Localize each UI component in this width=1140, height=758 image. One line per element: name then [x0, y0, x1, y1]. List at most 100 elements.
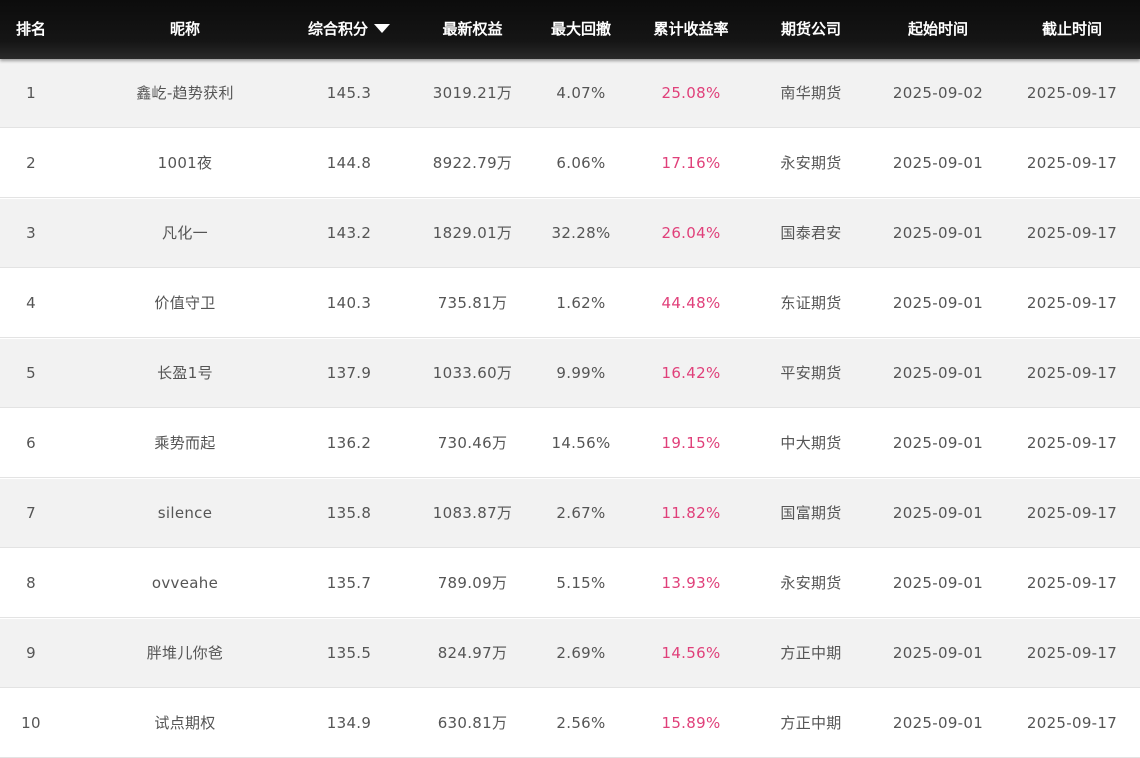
cell-score: 136.2: [326, 434, 372, 452]
cell-nickname: 长盈1号: [157, 364, 213, 382]
cell-equity: 735.81万: [437, 294, 508, 312]
cell-equity: 3019.21万: [432, 84, 513, 102]
cell-rank: 4: [26, 294, 36, 312]
cell-score: 144.8: [326, 154, 372, 172]
table-row: 8 ovveahe 135.7 789.09万 5.15% 13.93% 永安期…: [0, 549, 1140, 618]
cell-end-date: 2025-09-17: [1026, 84, 1118, 102]
table-row: 10 试点期权 134.9 630.81万 2.56% 15.89% 方正中期 …: [0, 689, 1140, 758]
cell-drawdown: 6.06%: [556, 154, 606, 172]
cell-nickname: 乘势而起: [154, 434, 216, 452]
cell-score: 135.7: [326, 574, 372, 592]
column-header-company: 期货公司: [780, 20, 841, 38]
cell-return: 14.56%: [661, 644, 721, 662]
cell-return: 25.08%: [661, 84, 721, 102]
cell-rank: 8: [26, 574, 36, 592]
column-header-start: 起始时间: [907, 20, 968, 38]
cell-start-date: 2025-09-01: [892, 434, 984, 452]
column-header-score-label: 综合积分: [307, 20, 368, 38]
cell-end-date: 2025-09-17: [1026, 434, 1118, 452]
cell-return: 11.82%: [661, 504, 721, 522]
column-header-nickname: 昵称: [169, 20, 200, 38]
column-header-drawdown: 最大回撤: [550, 20, 611, 38]
cell-return: 19.15%: [661, 434, 721, 452]
cell-drawdown: 32.28%: [551, 224, 611, 242]
cell-nickname: 胖堆儿你爸: [146, 644, 224, 662]
cell-company: 东证期货: [780, 294, 842, 312]
cell-score: 137.9: [326, 364, 372, 382]
table-row: 2 1001夜 144.8 8922.79万 6.06% 17.16% 永安期货…: [0, 129, 1140, 198]
cell-equity: 1829.01万: [432, 224, 513, 242]
cell-equity: 824.97万: [437, 644, 508, 662]
ranking-table: 排名 昵称 综合积分 最新权益 最大回撤 累计收益率 期货公司 起始时间 截止时…: [0, 0, 1140, 758]
cell-end-date: 2025-09-17: [1026, 714, 1118, 732]
cell-company: 国富期货: [780, 504, 842, 522]
cell-end-date: 2025-09-17: [1026, 504, 1118, 522]
cell-drawdown: 9.99%: [556, 364, 606, 382]
table-row: 6 乘势而起 136.2 730.46万 14.56% 19.15% 中大期货 …: [0, 409, 1140, 478]
cell-nickname: ovveahe: [151, 574, 219, 592]
cell-nickname: 鑫屹-趋势获利: [136, 84, 234, 102]
cell-return: 26.04%: [661, 224, 721, 242]
cell-score: 135.5: [326, 644, 372, 662]
cell-score: 145.3: [326, 84, 372, 102]
cell-start-date: 2025-09-01: [892, 574, 984, 592]
cell-start-date: 2025-09-01: [892, 294, 984, 312]
cell-score: 143.2: [326, 224, 372, 242]
cell-rank: 9: [26, 644, 36, 662]
cell-end-date: 2025-09-17: [1026, 574, 1118, 592]
cell-end-date: 2025-09-17: [1026, 224, 1118, 242]
cell-return: 13.93%: [661, 574, 721, 592]
cell-equity: 8922.79万: [432, 154, 513, 172]
table-row: 3 凡化一 143.2 1829.01万 32.28% 26.04% 国泰君安 …: [0, 199, 1140, 268]
table-row: 9 胖堆儿你爸 135.5 824.97万 2.69% 14.56% 方正中期 …: [0, 619, 1140, 688]
cell-end-date: 2025-09-17: [1026, 294, 1118, 312]
cell-return: 44.48%: [661, 294, 721, 312]
cell-company: 平安期货: [780, 364, 842, 382]
cell-rank: 6: [26, 434, 36, 452]
cell-drawdown: 2.67%: [556, 504, 606, 522]
cell-rank: 7: [26, 504, 36, 522]
cell-equity: 1033.60万: [432, 364, 513, 382]
cell-end-date: 2025-09-17: [1026, 154, 1118, 172]
cell-end-date: 2025-09-17: [1026, 364, 1118, 382]
cell-company: 永安期货: [780, 574, 842, 592]
table-row: 5 长盈1号 137.9 1033.60万 9.99% 16.42% 平安期货 …: [0, 339, 1140, 408]
cell-start-date: 2025-09-01: [892, 644, 984, 662]
cell-drawdown: 2.69%: [556, 644, 606, 662]
cell-rank: 3: [26, 224, 36, 242]
cell-score: 135.8: [326, 504, 372, 522]
cell-start-date: 2025-09-01: [892, 504, 984, 522]
cell-score: 134.9: [326, 714, 372, 732]
cell-nickname: 价值守卫: [154, 294, 216, 312]
cell-nickname: 试点期权: [154, 714, 216, 732]
cell-company: 方正中期: [780, 644, 842, 662]
cell-start-date: 2025-09-01: [892, 714, 984, 732]
cell-rank: 1: [26, 84, 36, 102]
cell-return: 17.16%: [661, 154, 721, 172]
table-row: 7 silence 135.8 1083.87万 2.67% 11.82% 国富…: [0, 479, 1140, 548]
column-header-equity: 最新权益: [442, 20, 503, 38]
cell-rank: 5: [26, 364, 36, 382]
cell-company: 中大期货: [780, 434, 842, 452]
cell-return: 15.89%: [661, 714, 721, 732]
table-row: 1 鑫屹-趋势获利 145.3 3019.21万 4.07% 25.08% 南华…: [0, 59, 1140, 128]
cell-drawdown: 14.56%: [551, 434, 611, 452]
cell-drawdown: 4.07%: [556, 84, 606, 102]
cell-company: 南华期货: [780, 84, 842, 102]
cell-company: 国泰君安: [780, 224, 842, 242]
cell-nickname: silence: [157, 504, 213, 522]
cell-rank: 2: [26, 154, 36, 172]
cell-company: 方正中期: [780, 714, 842, 732]
column-header-score[interactable]: 综合积分: [300, 0, 398, 59]
cell-nickname: 1001夜: [157, 154, 213, 172]
cell-start-date: 2025-09-01: [892, 224, 984, 242]
cell-start-date: 2025-09-01: [892, 364, 984, 382]
cell-start-date: 2025-09-02: [892, 84, 984, 102]
table-header: 排名 昵称 综合积分 最新权益 最大回撤 累计收益率 期货公司 起始时间 截止时…: [0, 0, 1140, 59]
cell-equity: 789.09万: [437, 574, 508, 592]
sort-desc-icon[interactable]: [374, 24, 390, 33]
cell-drawdown: 5.15%: [556, 574, 606, 592]
column-header-rank: 排名: [15, 20, 46, 38]
table-row: 4 价值守卫 140.3 735.81万 1.62% 44.48% 东证期货 2…: [0, 269, 1140, 338]
cell-end-date: 2025-09-17: [1026, 644, 1118, 662]
